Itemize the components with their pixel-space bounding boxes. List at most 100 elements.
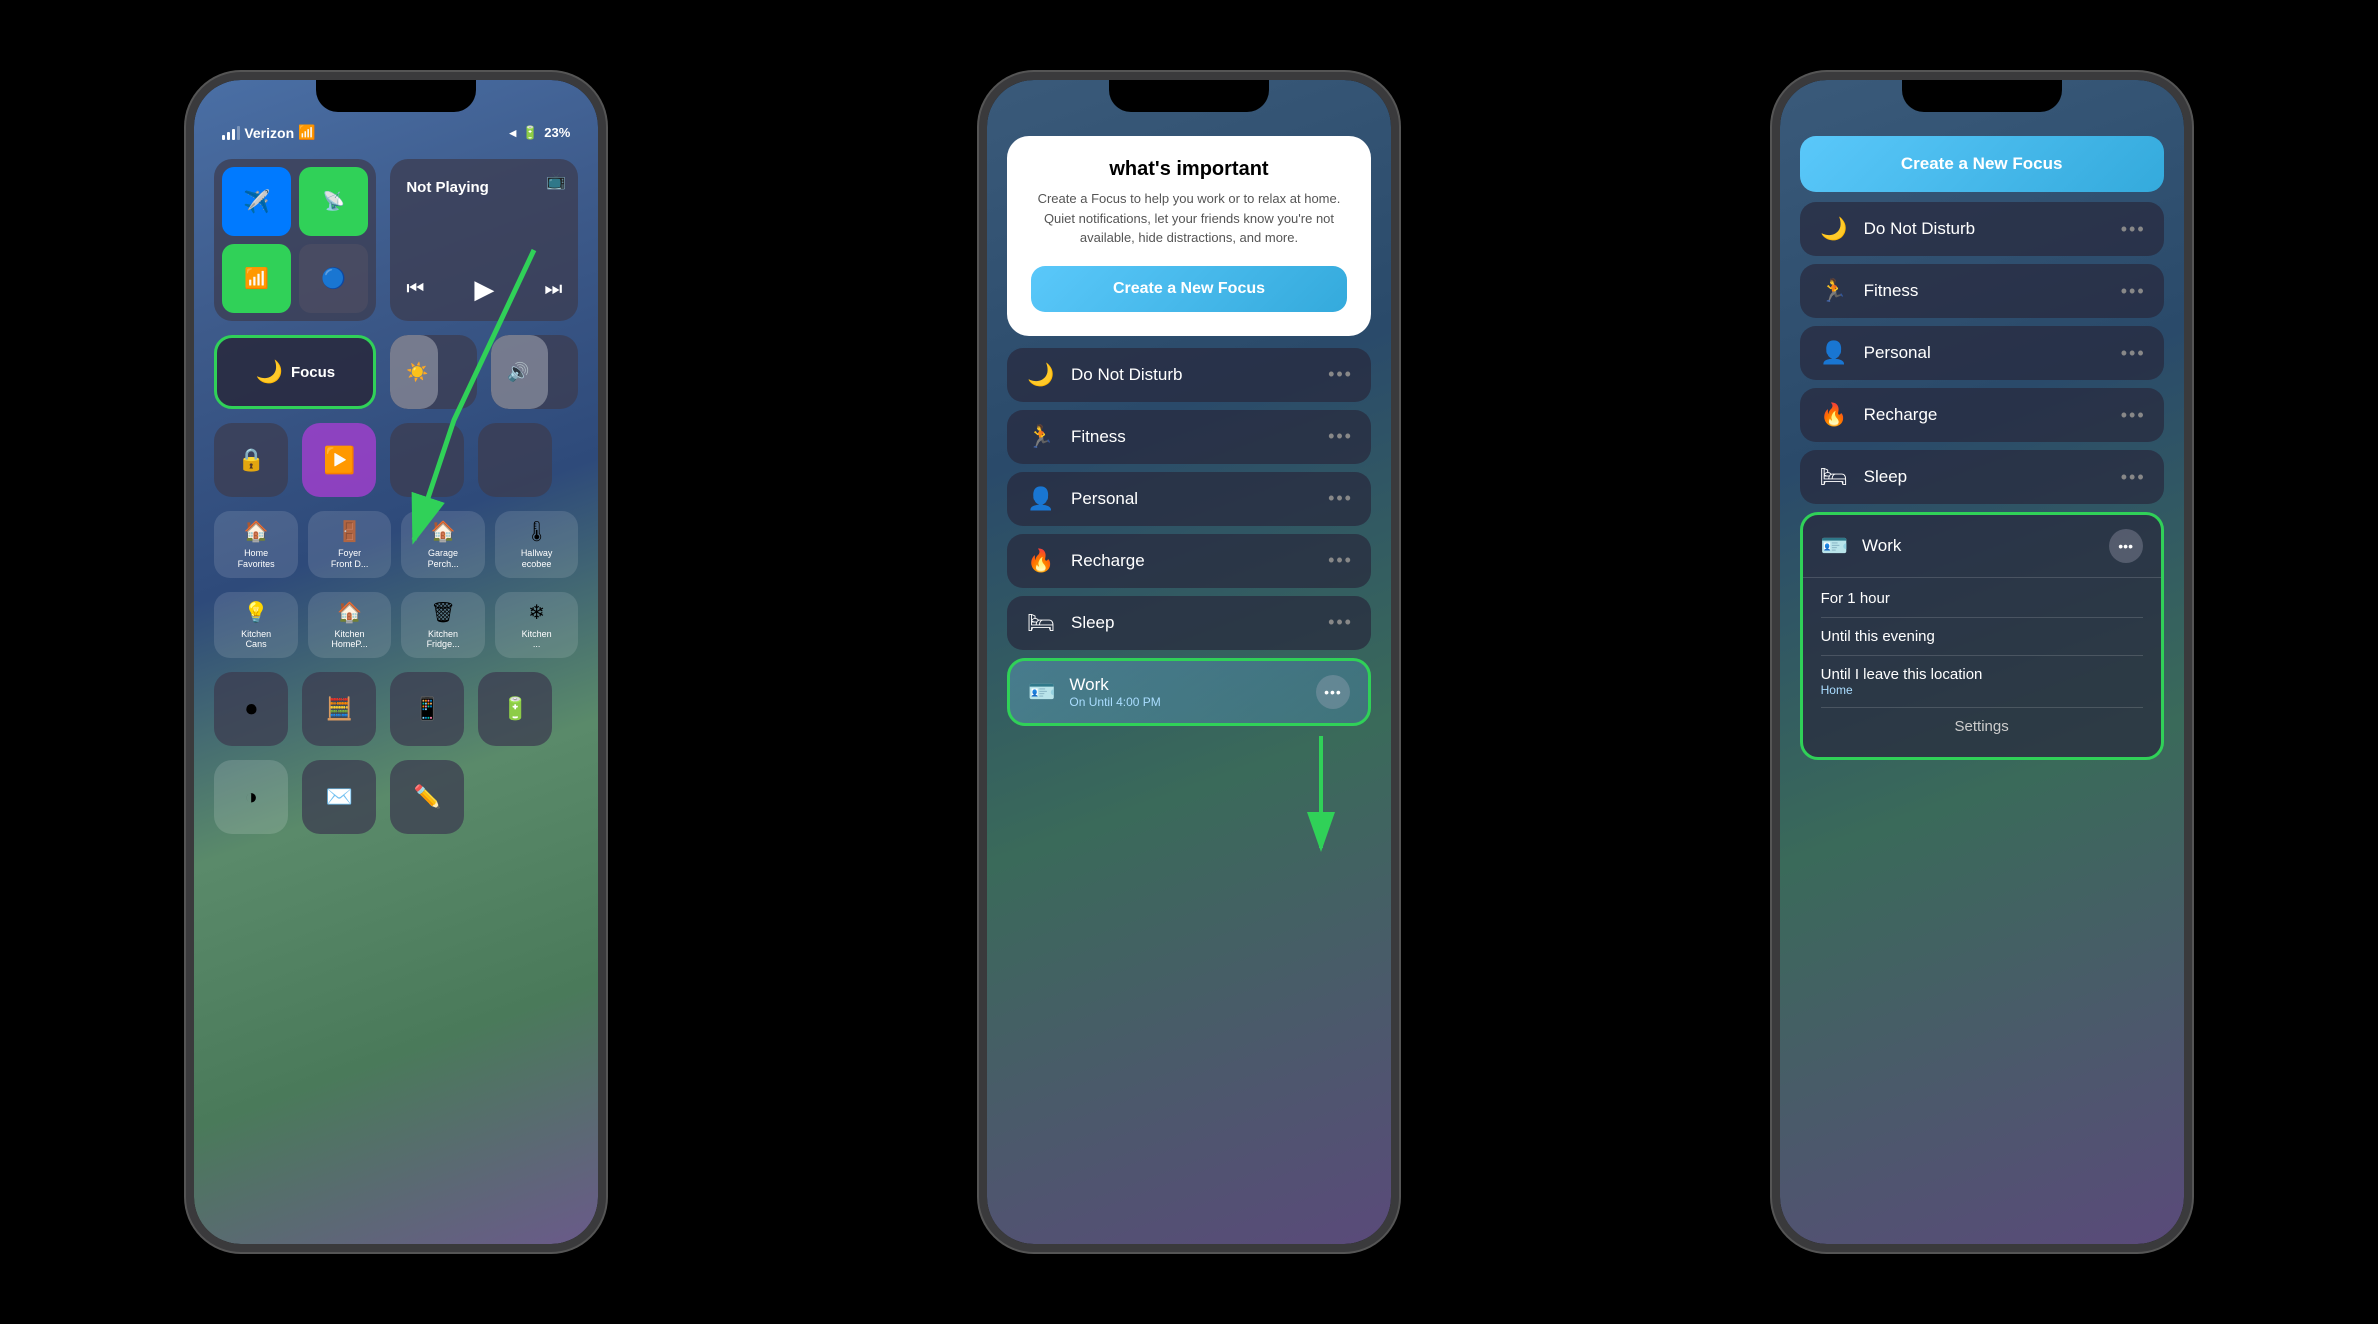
- phone2-vol-up[interactable]: [979, 260, 981, 310]
- focus-item-fitness[interactable]: 🏃 Fitness •••: [1007, 410, 1371, 464]
- focus-sleep-left: 🛏 Sleep: [1025, 610, 1114, 636]
- p3-personal-dots[interactable]: •••: [2121, 343, 2146, 364]
- phone3-vol-up[interactable]: [1772, 260, 1774, 310]
- p3-dnd-label: Do Not Disturb: [1864, 219, 1975, 239]
- home-item-5[interactable]: 💡 KitchenCans: [214, 592, 298, 659]
- home-item-2[interactable]: 🚪 FoyerFront D...: [308, 511, 392, 578]
- work-header: 🪪 Work •••: [1803, 515, 2161, 577]
- work-dots-btn[interactable]: •••: [1316, 675, 1350, 709]
- p3-sleep-left: 🛏 Sleep: [1818, 464, 1907, 490]
- p3-item-sleep[interactable]: 🛏 Sleep •••: [1800, 450, 2164, 504]
- home-shortcuts-row: 🏠 HomeFavorites 🚪 FoyerFront D... 🏠 Gara…: [214, 511, 578, 578]
- p3-recharge-left: 🔥 Recharge: [1818, 402, 1938, 428]
- signal-bar-3: [232, 129, 235, 140]
- p3-fitness-dots[interactable]: •••: [2121, 281, 2146, 302]
- vol-up-btn[interactable]: [186, 260, 188, 310]
- calc-btn[interactable]: 🧮: [302, 672, 376, 746]
- home-item-6[interactable]: 🏠 KitchenHomeP...: [308, 592, 392, 659]
- recharge-icon: 🔥: [1025, 548, 1057, 574]
- phone-1: Verizon 📶 ◂ 🔋 23% ✈️ 📡 📶 🔵 📺: [186, 72, 606, 1252]
- remote-btn[interactable]: 📱: [390, 672, 464, 746]
- play-btn[interactable]: ▶: [474, 274, 494, 305]
- home-item-8[interactable]: ❄ Kitchen...: [495, 592, 579, 659]
- p3-item-fitness[interactable]: 🏃 Fitness •••: [1800, 264, 2164, 318]
- phone3-screen: Create a New Focus 🌙 Do Not Disturb ••• …: [1780, 80, 2184, 1244]
- wifi-btn[interactable]: 📶: [222, 244, 291, 313]
- extra-1-btn[interactable]: [390, 423, 464, 497]
- p3-item-dnd[interactable]: 🌙 Do Not Disturb •••: [1800, 202, 2164, 256]
- p3-fitness-left: 🏃 Fitness: [1818, 278, 1919, 304]
- dnd-label: Do Not Disturb: [1071, 365, 1182, 385]
- edit-btn[interactable]: ✏️: [390, 760, 464, 834]
- focus-item-sleep[interactable]: 🛏 Sleep •••: [1007, 596, 1371, 650]
- focus-item-personal[interactable]: 👤 Personal •••: [1007, 472, 1371, 526]
- power-btn[interactable]: [604, 280, 606, 360]
- screen-lock-btn[interactable]: 🔒: [214, 423, 288, 497]
- next-btn[interactable]: ⏭: [544, 278, 562, 301]
- work-text-group: Work On Until 4:00 PM: [1069, 675, 1160, 709]
- work-settings-btn[interactable]: Settings: [1821, 710, 2143, 743]
- phone2-power[interactable]: [1397, 280, 1399, 360]
- work-option-location[interactable]: Until I leave this location Home: [1821, 658, 2143, 705]
- phone2-vol-down[interactable]: [979, 325, 981, 375]
- cc-grid: ✈️ 📡 📶 🔵 📺 Not Playing ⏮ ▶ ⏭: [194, 149, 598, 844]
- home-shortcuts-row-2: 💡 KitchenCans 🏠 KitchenHomeP... 🗑 Kitche…: [214, 592, 578, 659]
- arrow-annotation-2: [1281, 720, 1361, 880]
- focus-item-dnd[interactable]: 🌙 Do Not Disturb •••: [1007, 348, 1371, 402]
- battery-btn[interactable]: 🔋: [478, 672, 552, 746]
- mail-btn[interactable]: ✉️: [302, 760, 376, 834]
- fitness-label: Fitness: [1071, 427, 1126, 447]
- p3-work-icon: 🪪: [1821, 533, 1848, 559]
- volume-slider[interactable]: 🔊: [491, 335, 578, 409]
- cellular-btn[interactable]: 📡: [299, 167, 368, 236]
- extra-2-btn[interactable]: [478, 423, 552, 497]
- airplane-mode-btn[interactable]: ✈️: [222, 167, 291, 236]
- personal-dots[interactable]: •••: [1328, 488, 1353, 509]
- phone-2: what's important Create a Focus to help …: [979, 72, 1399, 1252]
- dnd-dots[interactable]: •••: [1328, 364, 1353, 385]
- p3-work-name: Work: [1862, 536, 1901, 556]
- work-expanded-menu: 🪪 Work ••• For 1 hour Until this evening…: [1800, 512, 2164, 760]
- p3-focus-list: 🌙 Do Not Disturb ••• 🏃 Fitness ••• 👤 Per…: [1780, 192, 2184, 770]
- home-item-7[interactable]: 🗑 KitchenFridge...: [401, 592, 485, 659]
- bluetooth-btn[interactable]: 🔵: [299, 244, 368, 313]
- screen-mirror-btn[interactable]: ▶️: [302, 423, 376, 497]
- work-option-1hour[interactable]: For 1 hour: [1821, 582, 2143, 615]
- fitness-dots[interactable]: •••: [1328, 426, 1353, 447]
- p3-dnd-dots[interactable]: •••: [2121, 219, 2146, 240]
- p3-recharge-dots[interactable]: •••: [2121, 405, 2146, 426]
- record-btn[interactable]: ⏺: [214, 672, 288, 746]
- focus-btn[interactable]: 🌙 Focus: [214, 335, 376, 409]
- focus-item-work-highlighted[interactable]: 🪪 Work On Until 4:00 PM •••: [1007, 658, 1371, 726]
- p3-personal-left: 👤 Personal: [1818, 340, 1931, 366]
- create-new-focus-btn[interactable]: Create a New Focus: [1800, 136, 2164, 192]
- focus-personal-left: 👤 Personal: [1025, 486, 1138, 512]
- vol-down-btn[interactable]: [186, 325, 188, 375]
- work-divider-2: [1821, 617, 2143, 618]
- volume-icon: 🔊: [507, 362, 529, 383]
- personal-label: Personal: [1071, 489, 1138, 509]
- prev-btn[interactable]: ⏮: [406, 278, 424, 301]
- p3-work-dots-btn[interactable]: •••: [2109, 529, 2143, 563]
- phone3-power[interactable]: [2190, 280, 2192, 360]
- home-item-4[interactable]: 🌡 Hallwayecobee: [495, 511, 579, 578]
- p3-item-personal[interactable]: 👤 Personal •••: [1800, 326, 2164, 380]
- work-option-evening[interactable]: Until this evening: [1821, 620, 2143, 653]
- recharge-dots[interactable]: •••: [1328, 550, 1353, 571]
- home-icon-1: 🏠: [244, 519, 269, 544]
- phone3-vol-down[interactable]: [1772, 325, 1774, 375]
- work-subtitle: On Until 4:00 PM: [1069, 695, 1160, 709]
- home-item-1[interactable]: 🏠 HomeFavorites: [214, 511, 298, 578]
- home-item-3[interactable]: 🏠 GaragePerch...: [401, 511, 485, 578]
- notch-3: [1902, 80, 2062, 112]
- p3-sleep-dots[interactable]: •••: [2121, 467, 2146, 488]
- brightness-slider[interactable]: ☀️: [390, 335, 477, 409]
- home-icon-6: 🏠: [337, 600, 362, 625]
- dark-mode-btn[interactable]: ◑: [214, 760, 288, 834]
- home-label-6: KitchenHomeP...: [331, 629, 367, 651]
- create-focus-btn-card[interactable]: Create a New Focus: [1031, 266, 1347, 312]
- focus-item-recharge[interactable]: 🔥 Recharge •••: [1007, 534, 1371, 588]
- p3-item-recharge[interactable]: 🔥 Recharge •••: [1800, 388, 2164, 442]
- sleep-dots[interactable]: •••: [1328, 612, 1353, 633]
- now-playing-widget: 📺 Not Playing ⏮ ▶ ⏭: [390, 159, 578, 321]
